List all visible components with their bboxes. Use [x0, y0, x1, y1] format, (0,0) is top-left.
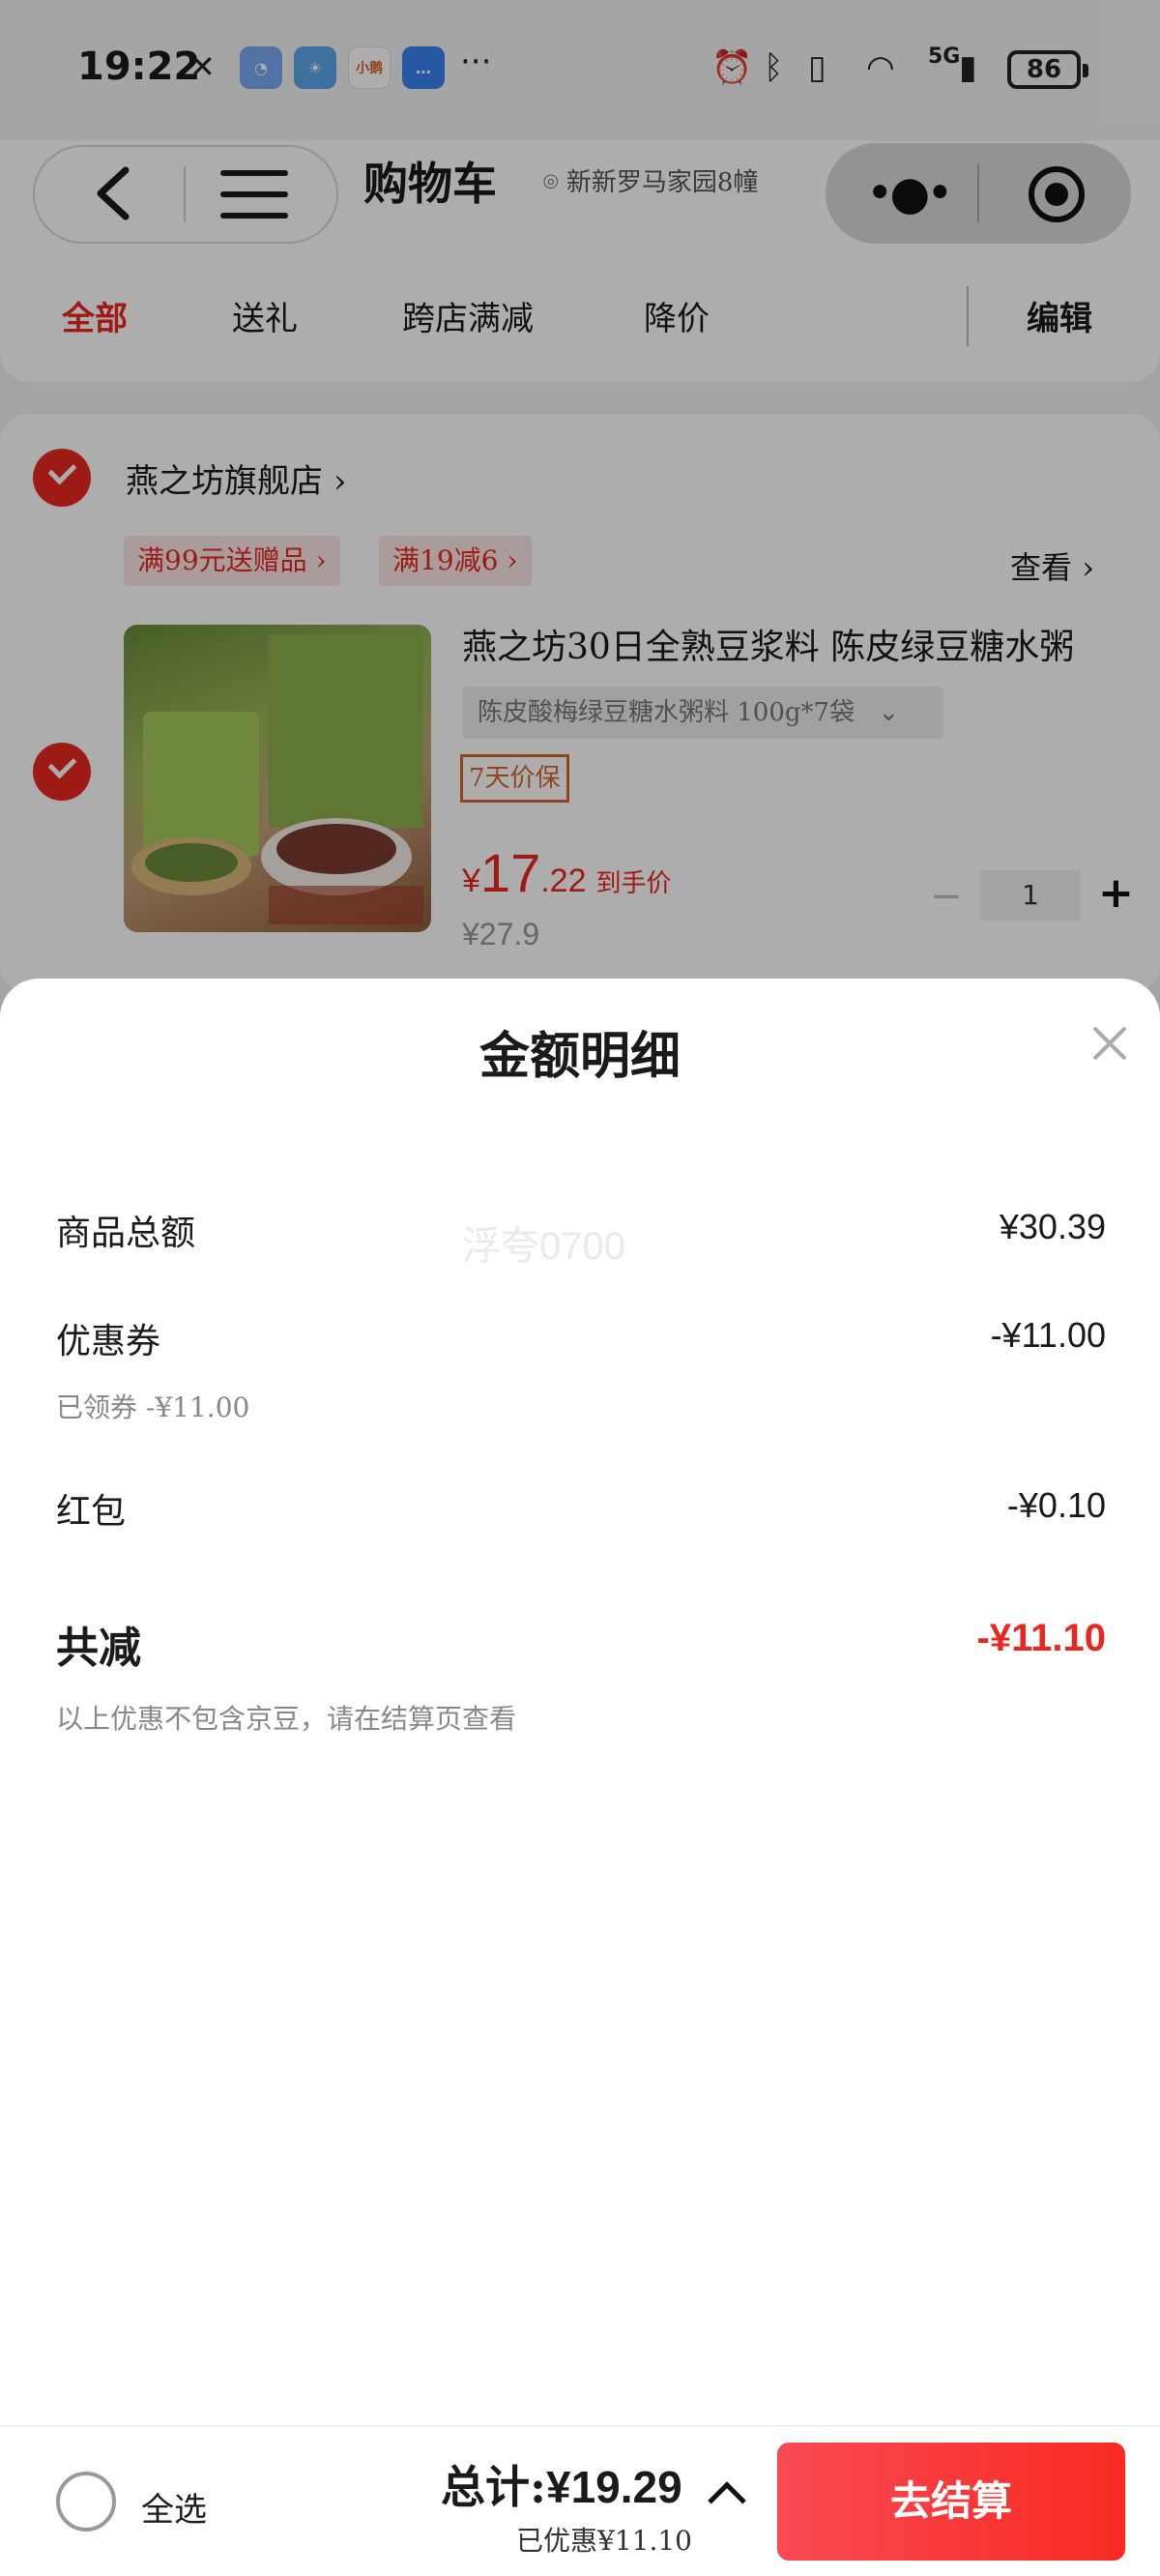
row-value-subtotal: ¥30.39: [999, 1207, 1106, 1246]
close-icon[interactable]: [1090, 1023, 1129, 1062]
total-discount-label: 共减: [56, 1624, 141, 1673]
row-value-coupon: -¥11.00: [990, 1315, 1106, 1355]
row-sub-coupon: 已领券 -¥11.00: [56, 1391, 250, 1423]
select-all-radio[interactable]: [56, 2472, 116, 2532]
watermark: 浮夸0700: [462, 1225, 625, 1268]
checkout-button[interactable]: 去结算: [777, 2443, 1125, 2561]
discount-note: 以上优惠不包含京豆，请在结算页查看: [56, 1703, 517, 1735]
select-all-label[interactable]: 全选: [141, 2483, 207, 2531]
row-label-redpacket: 红包: [56, 1492, 127, 1532]
total-prefix: 总计:: [441, 2461, 546, 2513]
row-value-redpacket: -¥0.10: [1006, 1485, 1106, 1525]
sheet-title: 金额明细: [478, 1027, 681, 1086]
total-price: 总计:¥19.29: [441, 2452, 682, 2516]
row-label-coupon: 优惠券: [56, 1322, 161, 1361]
discount-summary: 已优惠¥11.10: [516, 2525, 692, 2557]
total-amount: ¥19.29: [545, 2462, 682, 2512]
total-discount-value: -¥11.10: [976, 1617, 1106, 1659]
row-label-subtotal: 商品总额: [56, 1214, 196, 1253]
